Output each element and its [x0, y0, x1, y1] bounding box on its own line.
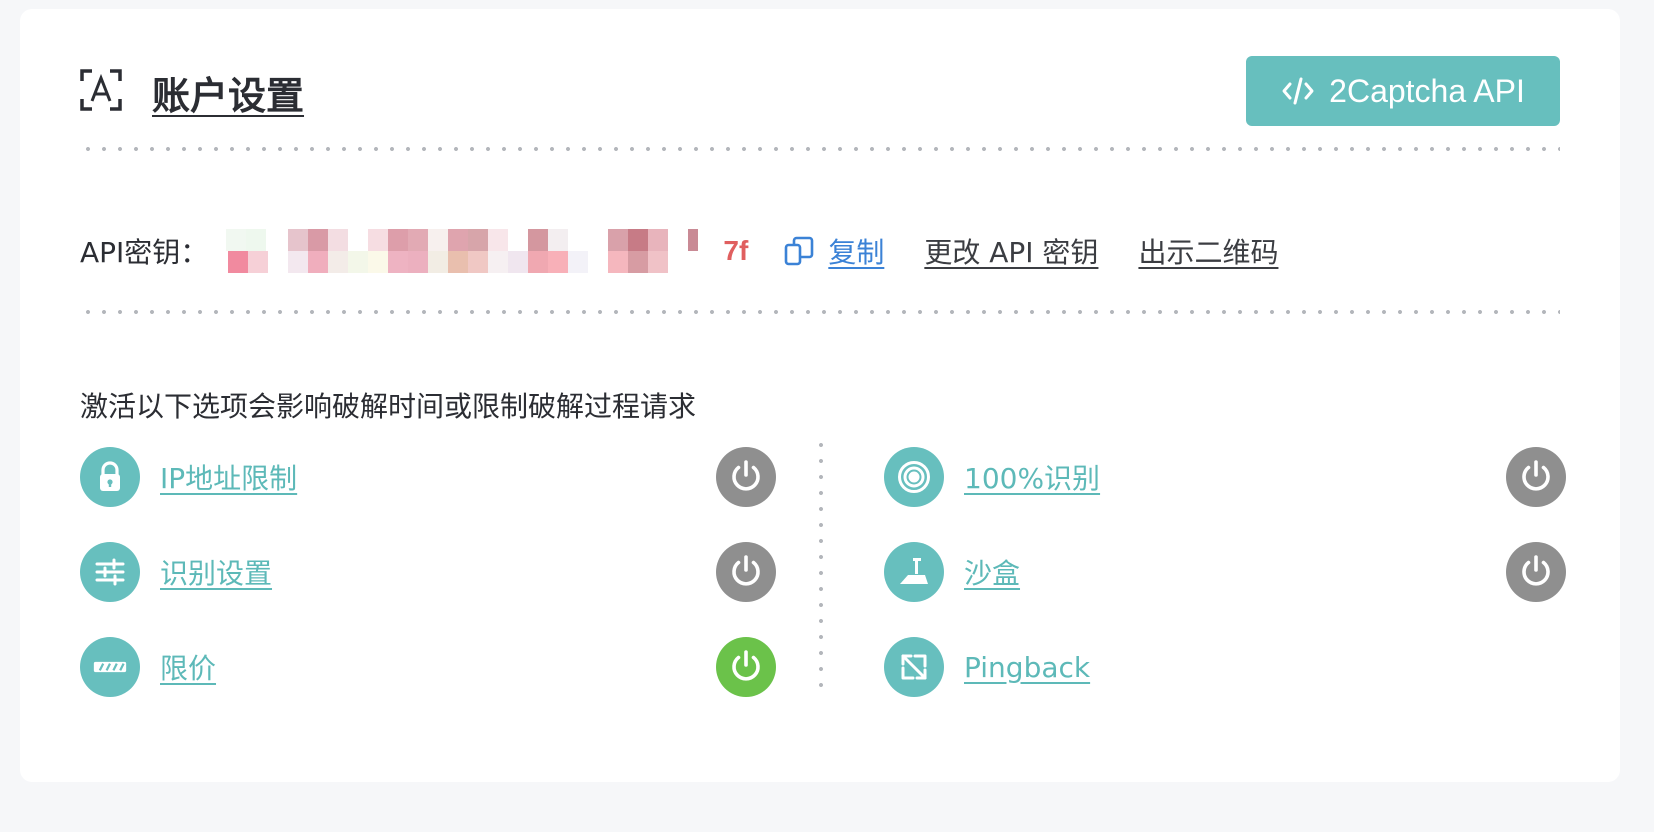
column-divider [819, 437, 823, 687]
option-label-recognition-settings[interactable]: 识别设置 [160, 552, 272, 592]
power-icon [1522, 555, 1550, 586]
copy-key-label: 复制 [828, 236, 885, 269]
copy-key-button[interactable]: 复制 [784, 231, 884, 271]
header: 账户设置 2Captcha API [80, 47, 1560, 126]
api-key-row: API密钥： 7f 复制 更改 API 密钥 出示二维码 [80, 225, 1560, 277]
toggle-price-limit[interactable] [716, 637, 776, 697]
option-label-pingback[interactable]: Pingback [964, 651, 1090, 684]
api-key-label: API密钥： [80, 236, 209, 269]
api-key-value: 7f [218, 229, 748, 273]
api-docs-button[interactable]: 2Captcha API [1246, 56, 1560, 126]
api-key-tail: 7f [723, 235, 749, 266]
price-limit-icon [80, 637, 140, 697]
option-sandbox: 沙盒 [884, 542, 1020, 602]
option-pingback: Pingback [884, 637, 1090, 697]
show-qr-code-link[interactable]: 出示二维码 [1138, 231, 1278, 271]
lock-icon [80, 447, 140, 507]
option-label-ip-restriction[interactable]: IP地址限制 [160, 457, 297, 497]
change-api-key-link[interactable]: 更改 API 密钥 [924, 231, 1098, 271]
toggle-sandbox[interactable] [1506, 542, 1566, 602]
power-icon [1522, 460, 1550, 491]
divider [80, 310, 1560, 314]
sliders-icon [80, 542, 140, 602]
option-recognition-settings: 识别设置 [80, 542, 272, 602]
option-label-price-limit[interactable]: 限价 [160, 647, 216, 687]
toggle-recognition-settings[interactable] [716, 542, 776, 602]
arrows-diagonal-icon [884, 637, 944, 697]
copy-icon [785, 236, 814, 266]
code-icon [1282, 77, 1314, 105]
power-icon [732, 555, 760, 586]
option-ip-restriction: IP地址限制 [80, 447, 297, 507]
option-label-sandbox[interactable]: 沙盒 [964, 552, 1020, 592]
divider [80, 147, 1560, 151]
api-key-redacted-pixels [226, 229, 699, 273]
text-recognition-icon [80, 69, 122, 111]
page-title[interactable]: 账户设置 [152, 65, 304, 120]
api-docs-button-label: 2Captcha API [1329, 72, 1525, 109]
account-settings-card: 账户设置 2Captcha API API密钥： 7f 复制 更改 API 密钥… [20, 9, 1620, 782]
option-100-recognition: 100%识别 [884, 447, 1100, 507]
option-price-limit: 限价 [80, 637, 216, 697]
power-icon [732, 650, 760, 681]
toggle-ip-restriction[interactable] [716, 447, 776, 507]
toggle-100-recognition[interactable] [1506, 447, 1566, 507]
target-icon [884, 447, 944, 507]
option-label-100-recognition[interactable]: 100%识别 [964, 457, 1100, 497]
sandbox-shovel-icon [884, 542, 944, 602]
options-notice: 激活以下选项会影响破解时间或限制破解过程请求 [80, 390, 697, 423]
power-icon [732, 460, 760, 491]
